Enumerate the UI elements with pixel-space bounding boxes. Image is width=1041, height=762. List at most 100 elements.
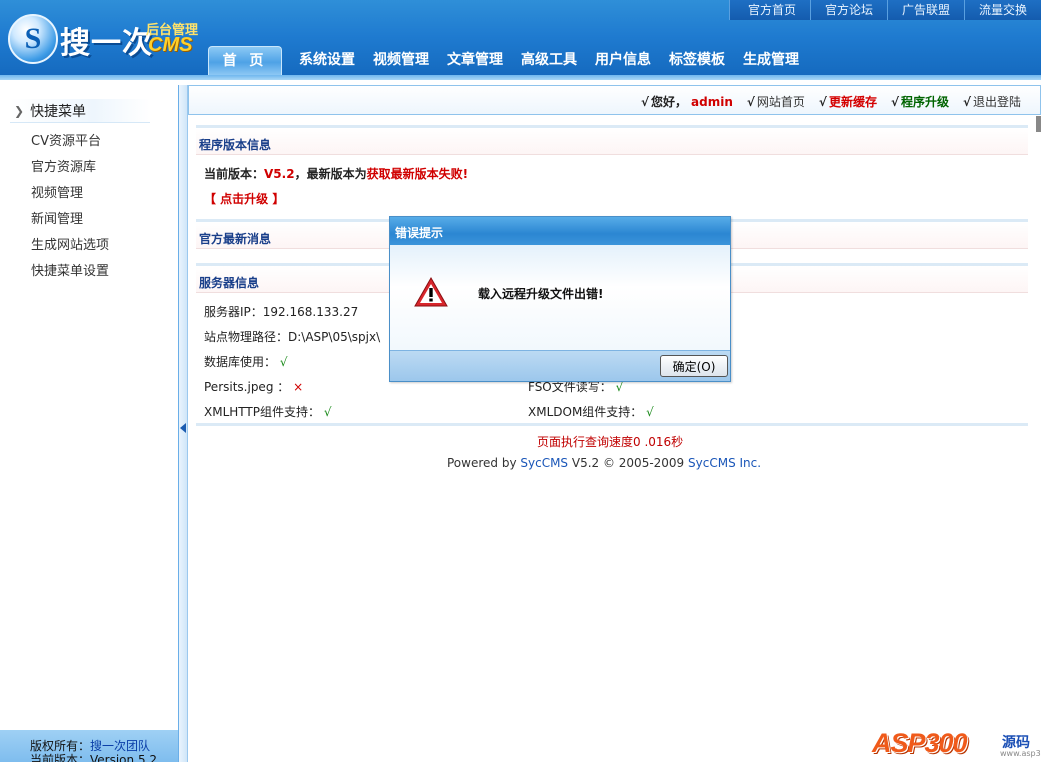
latest-version-label: ，最新版本为 (294, 167, 367, 181)
dialog-message: 载入远程升级文件出错! (478, 287, 604, 301)
powered-mid: V5.2 © 2005-2009 (568, 456, 689, 470)
powered-brand-link[interactable]: SycCMS (520, 456, 568, 470)
powered-prefix: Powered by (447, 456, 521, 470)
sidebar-item-video-management[interactable]: 视频管理 (31, 184, 109, 210)
nav-advanced-tools[interactable]: 高级工具 (512, 46, 586, 75)
sidebar-splitter[interactable] (179, 85, 188, 762)
main-content: √ 您好， admin √ 网站首页 √ 更新缓存 √ 程序升级 √ 退出登陆 程序版本信息… (188, 85, 1041, 762)
toplink-traffic-exchange[interactable]: 流量交换 (963, 0, 1041, 20)
logout-link[interactable]: √ 退出登陆 (963, 93, 1021, 110)
persits-row: Persits.jpeg ： × (204, 378, 303, 395)
watermark-logo: ASP300 源码 www.asp300.com (872, 722, 1041, 762)
sidebar-item-official-library[interactable]: 官方资源库 (31, 158, 109, 184)
user-bar: √ 您好， admin √ 网站首页 √ 更新缓存 √ 程序升级 √ 退出登陆 (188, 85, 1041, 115)
persits-label: Persits.jpeg ： (204, 380, 290, 394)
header-bar: S 搜一次 后台管理 CMS 官方首页 官方论坛 广告联盟 流量交换 首 页 系… (0, 0, 1041, 80)
logout-label: 退出登陆 (973, 95, 1022, 109)
upgrade-link[interactable]: √ 程序升级 (891, 93, 949, 110)
section-title: 服务器信息 (199, 276, 260, 290)
sidebar-menu: CV资源平台 官方资源库 视频管理 新闻管理 生成网站选项 快捷菜单设置 (31, 132, 109, 288)
check-icon: √ (323, 405, 332, 419)
server-path-value: D:\ASP\05\spjx\ (288, 330, 381, 344)
powered-company-link[interactable]: SycCMS Inc. (688, 456, 761, 470)
tick-icon: √ (746, 95, 755, 109)
watermark-text: ASP300 (872, 728, 968, 758)
top-links: 官方首页 官方论坛 广告联盟 流量交换 (728, 0, 1041, 20)
database-label: 数据库使用： (204, 355, 277, 369)
server-path-label: 站点物理路径： (204, 330, 289, 344)
xmldom-row: XMLDOM组件支持： √ (528, 403, 654, 420)
check-icon: √ (615, 380, 624, 394)
section-title: 程序版本信息 (199, 138, 272, 152)
logo-emblem: S (8, 14, 58, 64)
server-ip-label: 服务器IP： (204, 305, 263, 319)
site-home-label: 网站首页 (756, 95, 805, 109)
nav-tag-templates[interactable]: 标签模板 (660, 46, 734, 75)
current-version-value: V5.2 (264, 167, 295, 181)
site-home-link[interactable]: √ 网站首页 (747, 93, 805, 110)
tick-icon: √ (890, 95, 899, 109)
dialog-body: 载入远程升级文件出错! (390, 245, 730, 350)
upgrade-now-link[interactable]: 【 点击升级 】 (204, 190, 284, 207)
xmldom-label: XMLDOM组件支持： (528, 405, 643, 419)
latest-version-value: 获取最新版本失败! (366, 167, 469, 181)
nav-article-management[interactable]: 文章管理 (438, 46, 512, 75)
section-title: 官方最新消息 (199, 232, 272, 246)
version-line: 当前版本：V5.2，最新版本为获取最新版本失败! (204, 165, 468, 182)
cross-icon: × (293, 380, 304, 394)
current-version-label: 当前版本： (204, 167, 265, 181)
scrollbar-thumb[interactable] (1036, 116, 1041, 132)
nav-generate-management[interactable]: 生成管理 (734, 46, 808, 75)
nav-video-management[interactable]: 视频管理 (364, 46, 438, 75)
dialog-footer: 确定(O) (390, 350, 730, 381)
tick-icon: √ (962, 95, 971, 109)
section-divider (196, 423, 1028, 426)
check-icon: √ (279, 355, 288, 369)
version-line: 当前版本：Version 5.2 (30, 753, 158, 762)
fso-label: FSO文件读写： (528, 380, 612, 394)
nav-home[interactable]: 首 页 (208, 46, 282, 75)
server-ip-value: 192.168.133.27 (262, 305, 359, 319)
ok-button[interactable]: 确定(O) (660, 355, 728, 377)
server-path-row: 站点物理路径：D:\ASP\05\spjx\ (204, 328, 380, 345)
sidebar-item-cv-platform[interactable]: CV资源平台 (31, 132, 109, 158)
sidebar: ❯ 快捷菜单 CV资源平台 官方资源库 视频管理 新闻管理 生成网站选项 快捷菜… (0, 85, 179, 730)
tick-icon: √ (818, 95, 827, 109)
sidebar-item-shortcut-settings[interactable]: 快捷菜单设置 (31, 262, 109, 288)
server-ip-row: 服务器IP：192.168.133.27 (204, 303, 358, 320)
nav-system-settings[interactable]: 系统设置 (290, 46, 364, 75)
logo: S 搜一次 后台管理 CMS (8, 14, 208, 66)
nav-user-info[interactable]: 用户信息 (586, 46, 660, 75)
execution-time: 页面执行查询速度0 .016秒 (537, 435, 684, 449)
powered-by: Powered by SycCMS V5.2 © 2005-2009 SycCM… (447, 456, 761, 470)
collapse-arrow-icon[interactable] (180, 423, 186, 433)
section-version-info: 程序版本信息 (196, 125, 1028, 155)
warning-icon (414, 277, 448, 307)
sidebar-footer: 版权所有：搜一次团队 当前版本：Version 5.2 (0, 730, 179, 762)
database-row: 数据库使用： √ (204, 353, 288, 370)
refresh-cache-label: 更新缓存 (828, 95, 877, 109)
chevron-right-icon: ❯ (14, 103, 25, 118)
username: admin (691, 95, 733, 109)
error-dialog: 错误提示 载入远程升级文件出错! 确定(O) (389, 216, 731, 382)
refresh-cache-link[interactable]: √ 更新缓存 (819, 93, 877, 110)
upgrade-label: 程序升级 (900, 95, 949, 109)
sidebar-item-generate-site[interactable]: 生成网站选项 (31, 236, 109, 262)
toplink-official-forum[interactable]: 官方论坛 (809, 0, 887, 20)
sidebar-title[interactable]: ❯ 快捷菜单 (10, 99, 150, 123)
watermark-url: www.asp300.com (1000, 749, 1041, 758)
tick-icon: √ (641, 95, 650, 109)
toplink-official-home[interactable]: 官方首页 (728, 0, 810, 20)
sidebar-title-label: 快捷菜单 (30, 103, 87, 120)
logo-cms-text: CMS (148, 34, 193, 56)
dialog-title: 错误提示 (395, 226, 444, 240)
check-icon: √ (646, 405, 654, 419)
xmlhttp-row: XMLHTTP组件支持： √ (204, 403, 331, 420)
sidebar-item-news-management[interactable]: 新闻管理 (31, 210, 109, 236)
greeting-label: 您好， (651, 95, 688, 109)
dialog-titlebar[interactable]: 错误提示 (390, 217, 730, 245)
toplink-ad-alliance[interactable]: 广告联盟 (886, 0, 964, 20)
greeting: √ 您好， admin (641, 93, 733, 110)
xmlhttp-label: XMLHTTP组件支持： (204, 405, 320, 419)
logo-main-text: 搜一次 (60, 26, 153, 61)
